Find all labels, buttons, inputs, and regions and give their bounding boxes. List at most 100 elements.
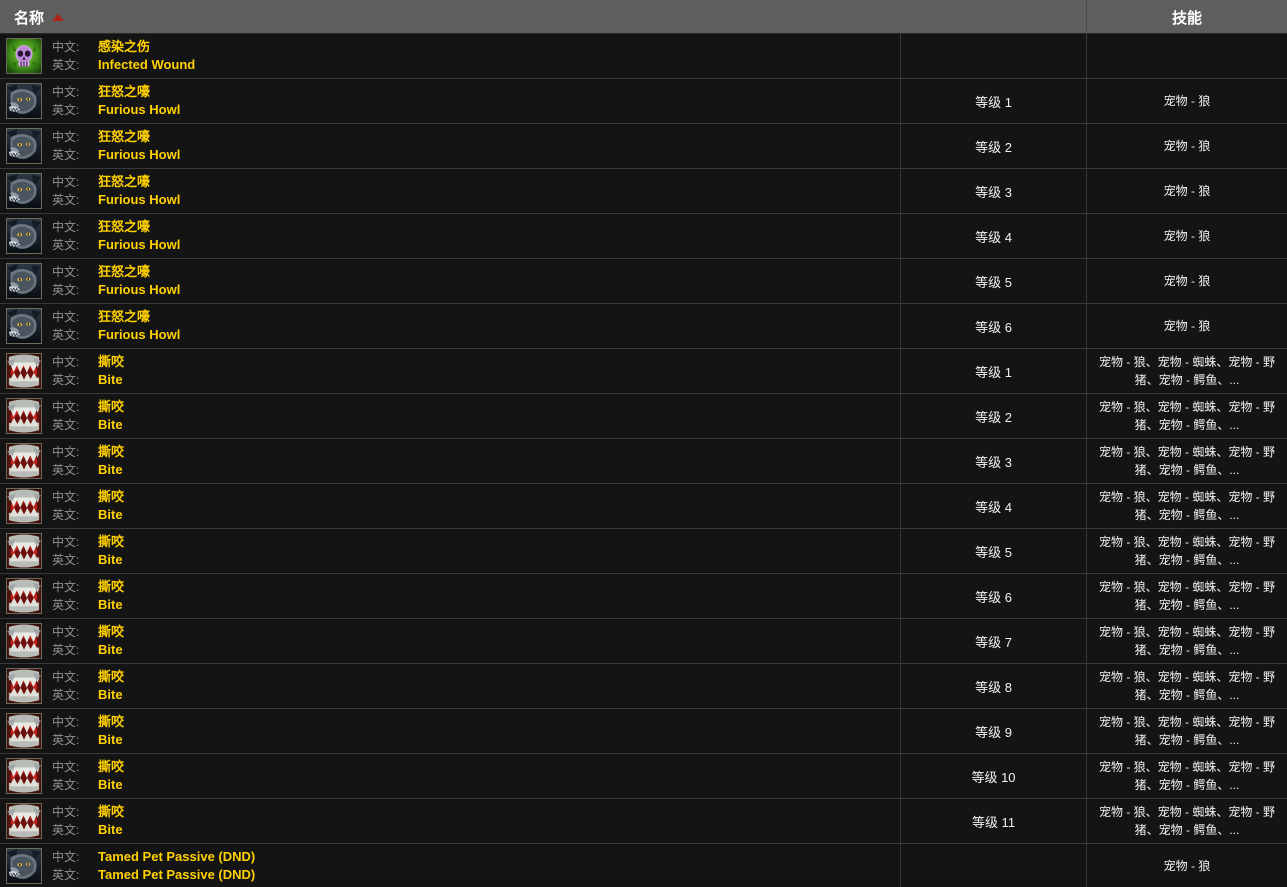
- label-cn: 中文:: [52, 355, 80, 369]
- label-en: 英文:: [52, 148, 80, 162]
- name-line-en: 英文: Furious Howl: [52, 326, 180, 344]
- value-cn: 狂怒之嚎: [98, 309, 151, 324]
- value-cn: 撕咬: [98, 714, 125, 729]
- bite-mouth-icon[interactable]: [6, 443, 42, 479]
- wolf-head-icon[interactable]: [6, 848, 42, 884]
- table-row[interactable]: 中文: 狂怒之嚎 英文: Furious Howl 等级 4 宠物 - 狼: [0, 214, 1287, 259]
- table-row[interactable]: 中文: 撕咬 英文: Bite 等级 6 宠物 - 狼、宠物 - 蜘蛛、宠物 - 野猪、宠…: [0, 574, 1287, 619]
- name-line-en: 英文: Bite: [52, 686, 124, 704]
- name-lines: 中文: 狂怒之嚎 英文: Furious Howl: [52, 308, 180, 344]
- column-header-name[interactable]: 名称: [0, 0, 1087, 34]
- table-row[interactable]: 中文: 狂怒之嚎 英文: Furious Howl 等级 6 宠物 - 狼: [0, 304, 1287, 349]
- label-cn: 中文:: [52, 265, 80, 279]
- bite-mouth-icon[interactable]: [6, 578, 42, 614]
- cell-skill: 宠物 - 狼、宠物 - 蜘蛛、宠物 - 野猪、宠物 - 鳄鱼、...: [1087, 664, 1287, 708]
- name-lines: 中文: 撕咬 英文: Bite: [52, 533, 124, 569]
- cell-skill: 宠物 - 狼、宠物 - 蜘蛛、宠物 - 野猪、宠物 - 鳄鱼、...: [1087, 394, 1287, 438]
- bite-mouth-icon[interactable]: [6, 533, 42, 569]
- cell-skill-text: 宠物 - 狼、宠物 - 蜘蛛、宠物 - 野猪、宠物 - 鳄鱼、...: [1099, 670, 1275, 702]
- name-lines: 中文: 撕咬 英文: Bite: [52, 803, 124, 839]
- name-line-en: 英文: Tamed Pet Passive (DND): [52, 866, 255, 884]
- name-lines: 中文: 撕咬 英文: Bite: [52, 758, 124, 794]
- label-en: 英文:: [52, 103, 80, 117]
- label-en: 英文:: [52, 463, 80, 477]
- skull-green-icon[interactable]: [6, 38, 42, 74]
- table-row[interactable]: 中文: 撕咬 英文: Bite 等级 9 宠物 - 狼、宠物 - 蜘蛛、宠物 - 野猪、宠…: [0, 709, 1287, 754]
- label-en: 英文:: [52, 733, 80, 747]
- cell-name: 中文: 撕咬 英文: Bite: [0, 574, 900, 618]
- column-header-skill-label: 技能: [1171, 9, 1202, 27]
- cell-skill-text: 宠物 - 狼、宠物 - 蜘蛛、宠物 - 野猪、宠物 - 鳄鱼、...: [1099, 535, 1275, 567]
- value-en: Tamed Pet Passive (DND): [98, 867, 256, 882]
- name-line-cn: 中文: 狂怒之嚎: [52, 173, 180, 191]
- table-row[interactable]: 中文: 感染之伤 英文: Infected Wound: [0, 34, 1287, 79]
- cell-skill-text: 宠物 - 狼: [1163, 859, 1211, 873]
- value-cn: 狂怒之嚎: [98, 219, 151, 234]
- table-row[interactable]: 中文: 撕咬 英文: Bite 等级 4 宠物 - 狼、宠物 - 蜘蛛、宠物 - 野猪、宠…: [0, 484, 1287, 529]
- wolf-head-icon[interactable]: [6, 83, 42, 119]
- table-row[interactable]: 中文: 撕咬 英文: Bite 等级 11 宠物 - 狼、宠物 - 蜘蛛、宠物 - 野猪、…: [0, 799, 1287, 844]
- value-cn: 狂怒之嚎: [98, 174, 151, 189]
- table-row[interactable]: 中文: 撕咬 英文: Bite 等级 7 宠物 - 狼、宠物 - 蜘蛛、宠物 - 野猪、宠…: [0, 619, 1287, 664]
- wolf-head-icon[interactable]: [6, 173, 42, 209]
- table-row[interactable]: 中文: Tamed Pet Passive (DND) 英文: Tamed Pet P…: [0, 844, 1287, 887]
- column-header-skill[interactable]: 技能: [1087, 0, 1287, 34]
- cell-name: 中文: Tamed Pet Passive (DND) 英文: Tamed Pet P…: [0, 844, 900, 887]
- wolf-head-icon[interactable]: [6, 263, 42, 299]
- bite-mouth-icon[interactable]: [6, 488, 42, 524]
- label-cn: 中文:: [52, 805, 80, 819]
- cell-skill: 宠物 - 狼、宠物 - 蜘蛛、宠物 - 野猪、宠物 - 鳄鱼、...: [1087, 574, 1287, 618]
- table-row[interactable]: 中文: 撕咬 英文: Bite 等级 10 宠物 - 狼、宠物 - 蜘蛛、宠物 - 野猪、…: [0, 754, 1287, 799]
- name-lines: 中文: 撕咬 英文: Bite: [52, 398, 124, 434]
- label-en: 英文:: [52, 193, 80, 207]
- name-lines: 中文: 狂怒之嚎 英文: Furious Howl: [52, 83, 180, 119]
- bite-mouth-icon[interactable]: [6, 713, 42, 749]
- wolf-head-icon[interactable]: [6, 128, 42, 164]
- bite-mouth-icon[interactable]: [6, 668, 42, 704]
- name-lines: 中文: Tamed Pet Passive (DND) 英文: Tamed Pet P…: [52, 848, 255, 884]
- table-row[interactable]: 中文: 狂怒之嚎 英文: Furious Howl 等级 5 宠物 - 狼: [0, 259, 1287, 304]
- value-cn: 撕咬: [98, 804, 125, 819]
- wolf-head-icon[interactable]: [6, 308, 42, 344]
- label-en: 英文:: [52, 688, 80, 702]
- sort-ascending-icon[interactable]: [52, 13, 65, 21]
- bite-mouth-icon[interactable]: [6, 623, 42, 659]
- table-row[interactable]: 中文: 撕咬 英文: Bite 等级 2 宠物 - 狼、宠物 - 蜘蛛、宠物 - 野猪、宠…: [0, 394, 1287, 439]
- wolf-head-icon[interactable]: [6, 218, 42, 254]
- value-en: Furious Howl: [98, 327, 181, 342]
- table-row[interactable]: 中文: 狂怒之嚎 英文: Furious Howl 等级 3 宠物 - 狼: [0, 169, 1287, 214]
- cell-name: 中文: 感染之伤 英文: Infected Wound: [0, 34, 900, 78]
- value-en: Bite: [98, 687, 123, 702]
- value-en: Infected Wound: [98, 57, 196, 72]
- cell-name: 中文: 狂怒之嚎 英文: Furious Howl: [0, 214, 900, 258]
- table-row[interactable]: 中文: 撕咬 英文: Bite 等级 8 宠物 - 狼、宠物 - 蜘蛛、宠物 - 野猪、宠…: [0, 664, 1287, 709]
- name-lines: 中文: 狂怒之嚎 英文: Furious Howl: [52, 173, 180, 209]
- cell-name: 中文: 狂怒之嚎 英文: Furious Howl: [0, 304, 900, 348]
- table-row[interactable]: 中文: 狂怒之嚎 英文: Furious Howl 等级 1 宠物 - 狼: [0, 79, 1287, 124]
- value-en: Furious Howl: [98, 147, 181, 162]
- bite-mouth-icon[interactable]: [6, 758, 42, 794]
- cell-skill-text: 宠物 - 狼、宠物 - 蜘蛛、宠物 - 野猪、宠物 - 鳄鱼、...: [1099, 400, 1275, 432]
- label-en: 英文:: [52, 553, 80, 567]
- bite-mouth-icon[interactable]: [6, 803, 42, 839]
- table-row[interactable]: 中文: 狂怒之嚎 英文: Furious Howl 等级 2 宠物 - 狼: [0, 124, 1287, 169]
- table-row[interactable]: 中文: 撕咬 英文: Bite 等级 5 宠物 - 狼、宠物 - 蜘蛛、宠物 - 野猪、宠…: [0, 529, 1287, 574]
- bite-mouth-icon[interactable]: [6, 398, 42, 434]
- label-en: 英文:: [52, 283, 80, 297]
- label-cn: 中文:: [52, 715, 80, 729]
- skill-table-page: 名称 技能 中文: 感染之伤 英文: Infected Wound 中文: 狂怒之嚎 英文:…: [0, 0, 1287, 887]
- table-row[interactable]: 中文: 撕咬 英文: Bite 等级 1 宠物 - 狼、宠物 - 蜘蛛、宠物 - 野猪、宠…: [0, 349, 1287, 394]
- cell-level: 等级 2: [900, 394, 1087, 438]
- bite-mouth-icon[interactable]: [6, 353, 42, 389]
- cell-name: 中文: 撕咬 英文: Bite: [0, 664, 900, 708]
- name-lines: 中文: 撕咬 英文: Bite: [52, 353, 124, 389]
- name-lines: 中文: 撕咬 英文: Bite: [52, 623, 124, 659]
- name-line-cn: 中文: 撕咬: [52, 443, 124, 461]
- cell-skill-text: 宠物 - 狼、宠物 - 蜘蛛、宠物 - 野猪、宠物 - 鳄鱼、...: [1099, 445, 1275, 477]
- name-line-cn: 中文: 撕咬: [52, 533, 124, 551]
- cell-name: 中文: 狂怒之嚎 英文: Furious Howl: [0, 259, 900, 303]
- table-row[interactable]: 中文: 撕咬 英文: Bite 等级 3 宠物 - 狼、宠物 - 蜘蛛、宠物 - 野猪、宠…: [0, 439, 1287, 484]
- label-en: 英文:: [52, 418, 80, 432]
- name-lines: 中文: 狂怒之嚎 英文: Furious Howl: [52, 218, 180, 254]
- label-cn: 中文:: [52, 625, 80, 639]
